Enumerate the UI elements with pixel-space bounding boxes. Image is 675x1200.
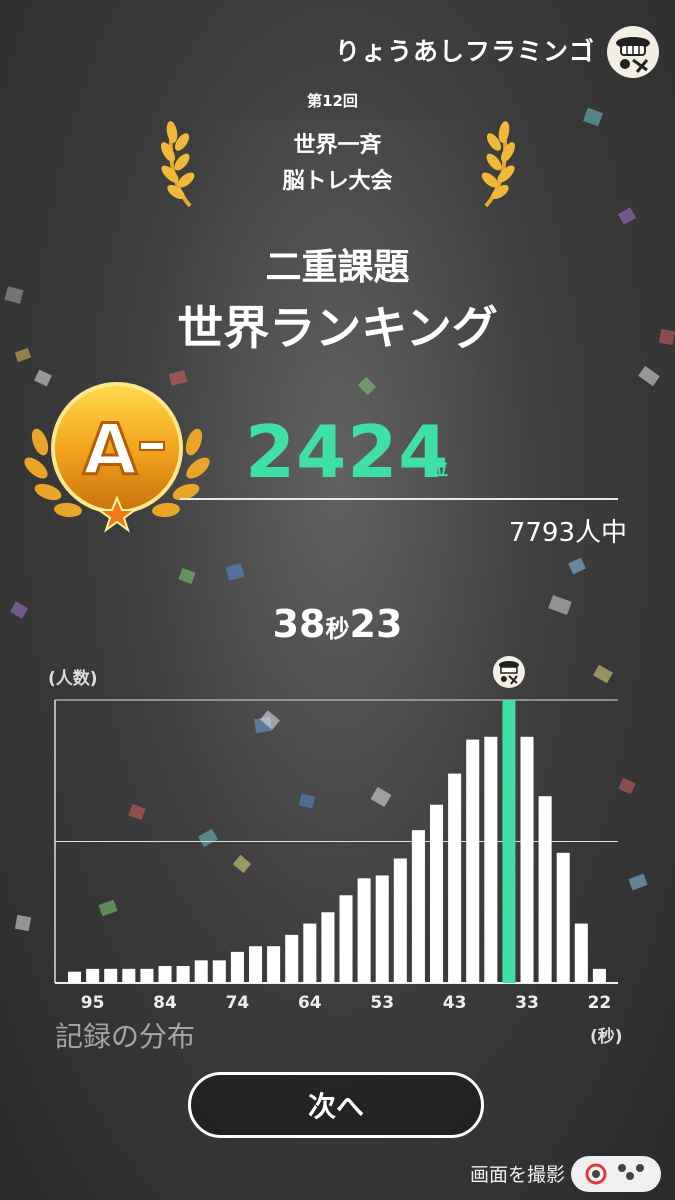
chart-bar [303, 923, 317, 983]
chart-title: 記録の分布 [55, 1020, 196, 1053]
x-tick-label: 64 [298, 993, 322, 1013]
chart-bar [104, 968, 118, 983]
x-tick-label: 95 [81, 993, 105, 1013]
chart-bar [538, 796, 552, 983]
chart-bar [285, 934, 299, 983]
x-tick-label: 43 [443, 993, 467, 1013]
chart-bar [321, 912, 335, 983]
chart-bar [502, 700, 516, 983]
capture-button-icon[interactable] [570, 1150, 662, 1198]
chart-bar [86, 968, 100, 983]
x-tick-label: 22 [588, 993, 612, 1013]
chart-x-unit-label: (秒) [590, 1027, 623, 1047]
chart-bar [212, 960, 226, 983]
chart-bar [520, 736, 534, 983]
chart-bar [339, 895, 353, 983]
chart-bar [357, 878, 371, 983]
chart-bar [411, 830, 425, 983]
next-button[interactable]: 次へ [188, 1072, 484, 1138]
chart-bar [176, 966, 190, 983]
chart-bar [393, 858, 407, 983]
chart-bar [230, 951, 244, 983]
chart-bar [267, 946, 281, 983]
chart-bar [68, 971, 82, 983]
player-marker-icon [492, 656, 525, 688]
x-tick-label: 84 [153, 993, 177, 1013]
chart-bar [249, 946, 263, 983]
chart-bar [430, 804, 444, 983]
chart-bar [466, 739, 480, 983]
chart-bar [122, 968, 136, 983]
chart-bar [556, 852, 570, 983]
capture-label: 画面を撮影 [469, 1164, 565, 1186]
chart-bar [574, 923, 588, 983]
x-tick-label: 53 [370, 993, 394, 1013]
chart-bar [484, 736, 498, 983]
chart-bar [448, 773, 462, 983]
chart-bar [375, 875, 389, 983]
distribution-chart: 95 84 74 64 53 43 33 22 [54, 656, 618, 1013]
chart-bar [158, 966, 172, 983]
chart-bar [194, 960, 208, 983]
x-tick-label: 33 [515, 993, 539, 1013]
chart-bar [592, 968, 606, 983]
x-tick-label: 74 [226, 993, 250, 1013]
chart-bar [140, 968, 154, 983]
